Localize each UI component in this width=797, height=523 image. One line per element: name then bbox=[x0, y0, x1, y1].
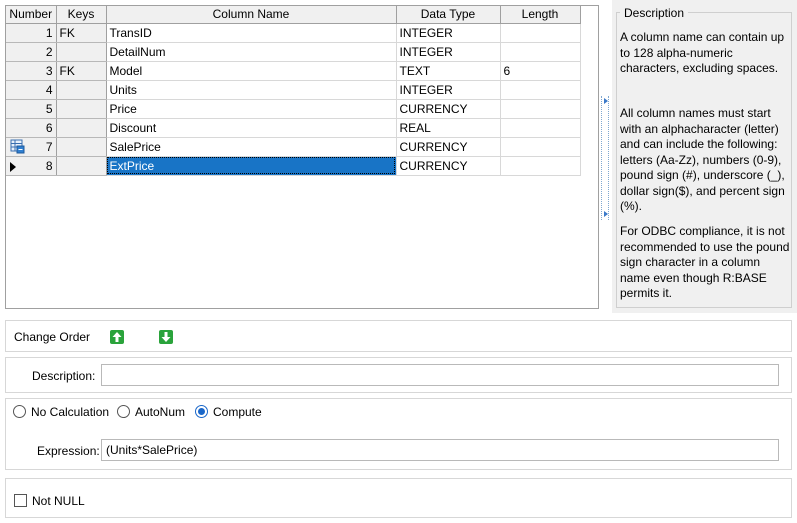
calculation-panel: No Calculation AutoNum Compute Expressio… bbox=[5, 398, 792, 470]
row-column-name[interactable]: Model bbox=[106, 61, 397, 81]
row-keys[interactable] bbox=[56, 137, 107, 157]
row-column-name[interactable]: SalePrice bbox=[106, 137, 397, 157]
row-keys[interactable] bbox=[56, 80, 107, 100]
header-number[interactable]: Number bbox=[6, 6, 57, 24]
description-field-panel: Description: bbox=[5, 357, 792, 393]
row-data-type[interactable]: REAL bbox=[396, 118, 501, 138]
move-up-button[interactable] bbox=[110, 330, 124, 344]
arrow-up-icon bbox=[112, 332, 122, 342]
row-number[interactable]: 3 bbox=[6, 61, 57, 81]
row-length[interactable]: 6 bbox=[500, 61, 581, 81]
splitter-arrow-icon bbox=[604, 98, 608, 104]
row-number-cell[interactable]: 7 bbox=[6, 137, 57, 157]
grid-header-row: Number Keys Column Name Data Type Length bbox=[6, 6, 581, 24]
row-keys[interactable] bbox=[56, 118, 107, 138]
description-paragraph: For ODBC compliance, it is not recommend… bbox=[620, 224, 790, 300]
row-length[interactable] bbox=[500, 23, 581, 43]
current-row-arrow-icon bbox=[10, 161, 16, 172]
computed-column-icon bbox=[10, 139, 25, 153]
row-data-type[interactable]: INTEGER bbox=[396, 42, 501, 62]
row-length[interactable] bbox=[500, 137, 581, 157]
row-column-name[interactable]: Discount bbox=[106, 118, 397, 138]
table-row[interactable]: 6 Discount REAL bbox=[6, 118, 581, 138]
header-length[interactable]: Length bbox=[500, 6, 581, 24]
row-keys[interactable] bbox=[56, 99, 107, 119]
row-data-type[interactable]: INTEGER bbox=[396, 80, 501, 100]
row-number[interactable]: 5 bbox=[6, 99, 57, 119]
row-column-name[interactable]: ExtPrice bbox=[106, 156, 397, 176]
row-number: 7 bbox=[45, 139, 53, 154]
row-number: 8 bbox=[45, 158, 53, 173]
table-row[interactable]: 2 DetailNum INTEGER bbox=[6, 42, 581, 62]
compute-radio[interactable] bbox=[195, 405, 208, 418]
description-input[interactable] bbox=[101, 364, 779, 386]
row-number[interactable]: 4 bbox=[6, 80, 57, 100]
row-keys[interactable] bbox=[56, 156, 107, 176]
compute-label[interactable]: Compute bbox=[213, 405, 262, 419]
row-number[interactable]: 6 bbox=[6, 118, 57, 138]
row-length[interactable] bbox=[500, 80, 581, 100]
autonum-radio[interactable] bbox=[117, 405, 130, 418]
row-column-name[interactable]: Price bbox=[106, 99, 397, 119]
row-length[interactable] bbox=[500, 42, 581, 62]
row-column-name[interactable]: DetailNum bbox=[106, 42, 397, 62]
autonum-label[interactable]: AutoNum bbox=[135, 405, 185, 419]
description-paragraph: All column names must start with an alph… bbox=[620, 106, 785, 213]
row-length[interactable] bbox=[500, 118, 581, 138]
row-data-type[interactable]: TEXT bbox=[396, 61, 501, 81]
splitter-arrow-icon bbox=[604, 211, 608, 217]
expression-input[interactable]: (Units*SalePrice) bbox=[101, 439, 779, 461]
row-length[interactable] bbox=[500, 156, 581, 176]
not-null-checkbox[interactable] bbox=[14, 494, 27, 507]
not-null-label[interactable]: Not NULL bbox=[32, 494, 85, 508]
table-row[interactable]: 3 FK Model TEXT 6 bbox=[6, 61, 581, 81]
header-data-type[interactable]: Data Type bbox=[396, 6, 501, 24]
table-row[interactable]: 1 FK TransID INTEGER bbox=[6, 23, 581, 43]
expression-label: Expression: bbox=[37, 444, 100, 458]
table-row[interactable]: 7 SalePrice CURRENCY bbox=[6, 137, 581, 157]
row-number-cell[interactable]: 8 bbox=[6, 156, 57, 176]
header-keys[interactable]: Keys bbox=[56, 6, 107, 24]
columns-grid[interactable]: Number Keys Column Name Data Type Length… bbox=[5, 5, 599, 309]
table-row-selected[interactable]: 8 ExtPrice CURRENCY bbox=[6, 156, 581, 176]
table-row[interactable]: 4 Units INTEGER bbox=[6, 80, 581, 100]
row-length[interactable] bbox=[500, 99, 581, 119]
row-data-type[interactable]: CURRENCY bbox=[396, 137, 501, 157]
table-row[interactable]: 5 Price CURRENCY bbox=[6, 99, 581, 119]
row-data-type[interactable]: INTEGER bbox=[396, 23, 501, 43]
header-column-name[interactable]: Column Name bbox=[106, 6, 397, 24]
no-calculation-label[interactable]: No Calculation bbox=[31, 405, 109, 419]
row-keys[interactable]: FK bbox=[56, 23, 107, 43]
change-order-label: Change Order bbox=[14, 330, 91, 344]
row-data-type[interactable]: CURRENCY bbox=[396, 156, 501, 176]
move-down-button[interactable] bbox=[159, 330, 173, 344]
row-data-type[interactable]: CURRENCY bbox=[396, 99, 501, 119]
row-column-name[interactable]: Units bbox=[106, 80, 397, 100]
arrow-down-icon bbox=[161, 332, 171, 342]
description-label: Description: bbox=[32, 369, 96, 383]
row-number[interactable]: 2 bbox=[6, 42, 57, 62]
not-null-panel: Not NULL bbox=[5, 478, 792, 518]
row-number[interactable]: 1 bbox=[6, 23, 57, 43]
change-order-panel: Change Order bbox=[5, 320, 792, 352]
row-column-name[interactable]: TransID bbox=[106, 23, 397, 43]
panel-splitter[interactable] bbox=[601, 96, 609, 220]
description-paragraph: A column name can contain up to 128 alph… bbox=[620, 30, 785, 75]
row-keys[interactable]: FK bbox=[56, 61, 107, 81]
row-keys[interactable] bbox=[56, 42, 107, 62]
no-calculation-radio[interactable] bbox=[13, 405, 26, 418]
